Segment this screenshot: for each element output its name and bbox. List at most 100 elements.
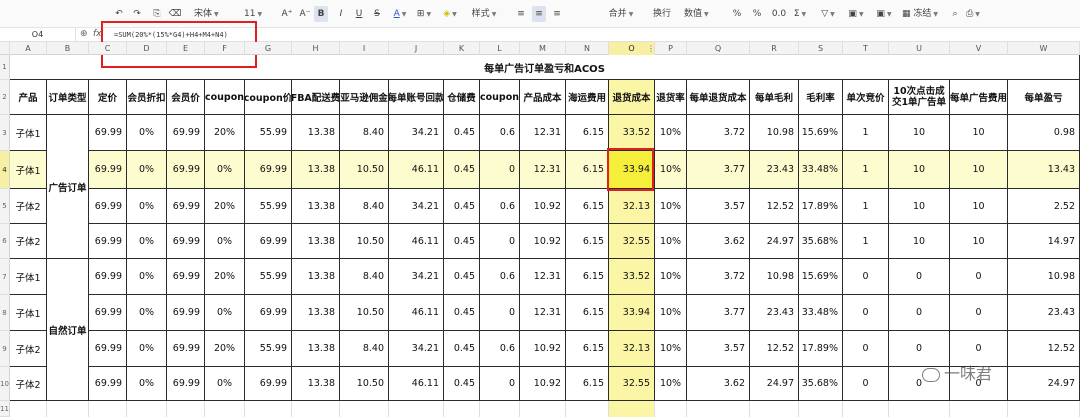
header-cell[interactable]: 每单毛利 [750,80,799,115]
data-cell[interactable]: 6.15 [566,295,609,331]
header-cell[interactable]: 每单广告费用 [950,80,1008,115]
header-cell[interactable]: coupon价 [245,80,292,115]
data-cell[interactable]: 6.15 [566,151,609,189]
data-cell[interactable]: 69.99 [245,295,292,331]
align-center-button[interactable]: ≡ [532,6,546,22]
blank-cell[interactable] [799,401,843,417]
data-cell[interactable]: 0% [127,224,167,259]
border-button[interactable]: ⊞ ▼ [414,6,434,22]
data-cell[interactable]: 10% [655,295,687,331]
blank-cell[interactable] [444,401,480,417]
data-cell[interactable]: 12.31 [520,115,566,151]
filter-button[interactable]: ▽ ▼ [818,6,838,22]
data-cell[interactable]: 69.99 [89,189,127,224]
header-cell[interactable]: 退货成本 [609,80,655,115]
data-cell[interactable]: 0 [480,295,520,331]
data-cell[interactable]: 0 [480,224,520,259]
data-cell[interactable]: 33.52 [609,115,655,151]
data-cell[interactable]: 10% [655,151,687,189]
row-header-4[interactable]: 4 [0,151,10,189]
data-cell[interactable]: 0.45 [444,189,480,224]
column-header-g[interactable]: G [245,42,292,55]
data-cell[interactable]: 10.98 [1008,259,1080,295]
row-header-8[interactable]: 8 [0,295,10,331]
data-cell[interactable]: 69.99 [167,224,205,259]
blank-cell[interactable] [687,401,750,417]
column-header-a[interactable]: A [10,42,47,55]
data-cell[interactable]: 34.21 [389,259,444,295]
fx-icon[interactable]: fx [93,28,102,41]
data-cell[interactable]: 子体2 [10,224,47,259]
data-cell[interactable]: 12.31 [520,151,566,189]
data-cell[interactable]: 8.40 [340,115,389,151]
zoom-icon[interactable]: ⊕ [80,28,88,41]
header-cell[interactable]: 亚马逊佣金 [340,80,389,115]
group-organic-orders[interactable]: 自然订单 [47,259,89,401]
find-icon[interactable]: ⌕ [948,6,962,22]
column-header-l[interactable]: L [480,42,520,55]
data-cell[interactable]: 8.40 [340,189,389,224]
column-header-c[interactable]: C [89,42,127,55]
blank-cell[interactable] [167,401,205,417]
data-cell[interactable]: 3.72 [687,115,750,151]
data-cell[interactable]: 10.92 [520,189,566,224]
data-cell[interactable]: 10.98 [750,115,799,151]
data-cell[interactable]: 12.52 [750,331,799,367]
data-cell[interactable]: 10 [889,224,950,259]
data-cell[interactable]: 0.6 [480,189,520,224]
data-cell[interactable]: 6.15 [566,189,609,224]
data-cell[interactable]: 20% [205,189,245,224]
data-cell[interactable]: 3.72 [687,259,750,295]
data-cell[interactable]: 0% [127,295,167,331]
column-header-f[interactable]: F [205,42,245,55]
data-cell[interactable]: 69.99 [89,259,127,295]
data-cell[interactable]: 23.43 [750,295,799,331]
blank-cell[interactable] [89,401,127,417]
data-cell[interactable]: 10.92 [520,224,566,259]
data-cell[interactable]: 24.97 [750,224,799,259]
data-cell[interactable]: 子体2 [10,331,47,367]
data-cell[interactable]: 55.99 [245,331,292,367]
data-cell[interactable]: 3.62 [687,367,750,401]
data-cell[interactable]: 13.38 [292,331,340,367]
bold-button[interactable]: B [314,6,328,22]
blank-cell[interactable] [47,401,89,417]
blank-cell[interactable] [340,401,389,417]
data-cell[interactable]: 69.99 [89,295,127,331]
column-header-k[interactable]: K [444,42,480,55]
column-menu-icon[interactable]: ⋮ [647,42,655,55]
data-cell[interactable]: 33.94 [609,295,655,331]
data-cell[interactable]: 33.48% [799,151,843,189]
blank-cell[interactable] [127,401,167,417]
data-cell[interactable]: 24.97 [1008,367,1080,401]
data-cell[interactable]: 10 [950,115,1008,151]
insert-image-button[interactable]: ▣ ▼ [846,6,866,22]
number-format-select[interactable]: 数值 ▼ [682,6,722,22]
data-cell[interactable]: 13.38 [292,115,340,151]
column-header-r[interactable]: R [750,42,799,55]
data-cell[interactable]: 69.99 [167,151,205,189]
font-size-select[interactable]: 11 ▼ [240,6,276,22]
style-button[interactable]: 样式 ▼ [466,6,502,22]
underline-button[interactable]: U [352,6,366,22]
data-cell[interactable]: 子体1 [10,115,47,151]
data-cell[interactable]: 10% [655,259,687,295]
header-cell[interactable]: 毛利率 [799,80,843,115]
data-cell[interactable]: 10 [889,189,950,224]
blank-cell[interactable] [950,401,1008,417]
decimals-button[interactable]: 0.0 [770,6,788,22]
data-cell[interactable]: 0 [843,331,889,367]
data-cell[interactable]: 6.15 [566,367,609,401]
data-cell[interactable]: 8.40 [340,331,389,367]
data-cell[interactable]: 33.52 [609,259,655,295]
data-cell[interactable]: 1 [843,189,889,224]
column-header-i[interactable]: I [340,42,389,55]
row-header-1[interactable]: 1 [0,55,10,80]
header-cell[interactable]: 仓储费 [444,80,480,115]
data-cell[interactable]: 12.52 [750,189,799,224]
data-cell[interactable]: 0.6 [480,115,520,151]
name-box[interactable]: O4 [0,28,76,42]
data-cell[interactable]: 10 [950,151,1008,189]
header-cell[interactable]: FBA配送费 [292,80,340,115]
data-cell[interactable]: 10 [889,151,950,189]
